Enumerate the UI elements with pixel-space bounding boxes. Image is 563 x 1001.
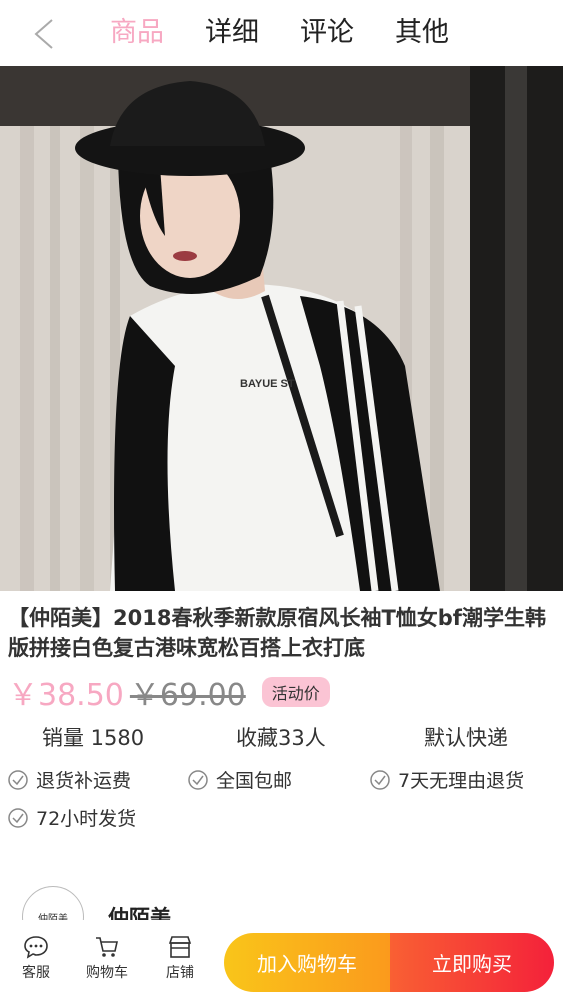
customer-service-label: 客服 [22,965,50,981]
tab-details[interactable]: 详细 [205,0,300,66]
current-price: ￥38.50 [8,678,124,713]
shirt-print-text: BAYUE ST [240,378,295,390]
tab-comments[interactable]: 评论 [300,0,395,66]
price-row: ￥38.50 ￥69.00 活动价 [8,672,330,713]
store-label: 店铺 [166,965,194,981]
product-title: 【仲陌美】2018春秋季新款原宿风长袖T恤女bf潮学生韩版拼接白色复古港味宽松百… [8,606,546,660]
tab-goods[interactable]: 商品 [110,0,205,66]
bottom-action-bar: 客服 购物车 店铺 加入购物车 立即购买 [0,920,563,1001]
customer-service-button[interactable]: 客服 [9,934,63,982]
check-circle-icon [188,769,208,790]
product-image[interactable]: BAYUE ST [0,66,563,591]
service-item: 7天无理由退货 [370,766,524,793]
check-circle-icon [370,769,390,790]
shopping-cart-icon [96,937,118,957]
top-bar: 商品 详细 评论 其他 [0,0,563,66]
service-label: 全国包邮 [216,770,293,792]
tab-bar: 商品 详细 评论 其他 [110,0,490,66]
favorites-count: 收藏33人 [236,726,326,750]
promo-badge: 活动价 [261,677,330,707]
shipping-method: 默认快递 [424,726,508,750]
store-icon [168,936,192,958]
service-label: 72小时发货 [36,808,137,830]
service-item: 72小时发货 [8,804,136,831]
store-button[interactable]: 店铺 [153,934,207,982]
add-to-cart-button[interactable]: 加入购物车 [224,933,390,992]
product-stats: 销量 1580 收藏33人 默认快递 [0,722,563,756]
sales-count: 销量 1580 [42,726,145,750]
cart-label: 购物车 [86,965,128,981]
back-arrow-icon[interactable] [28,14,68,54]
check-circle-icon [8,807,28,828]
service-item: 退货补运费 [8,766,131,793]
buy-now-button[interactable]: 立即购买 [390,933,554,992]
service-item: 全国包邮 [188,766,292,793]
service-label: 7天无理由退货 [398,770,525,792]
chat-bubble-icon [24,936,48,959]
tab-other[interactable]: 其他 [395,0,490,66]
cart-button[interactable]: 购物车 [80,934,134,982]
service-label: 退货补运费 [36,770,132,792]
check-circle-icon [8,769,28,790]
original-price: ￥69.00 [129,678,246,713]
